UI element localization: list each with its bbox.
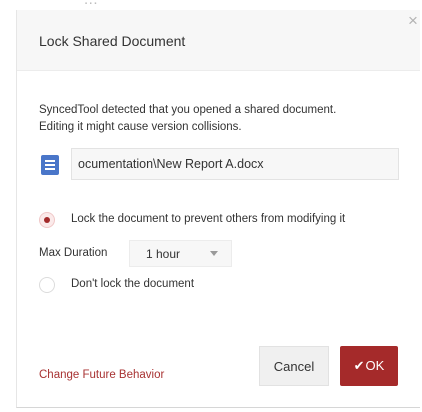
message-line-1: SyncedTool detected that you opened a sh…: [39, 104, 337, 116]
lock-document-label: Lock the document to prevent others from…: [71, 213, 346, 225]
close-icon[interactable]: ×: [405, 12, 421, 30]
max-duration-select[interactable]: 1 hour: [129, 240, 232, 267]
file-row: [39, 148, 399, 182]
option-lock-document[interactable]: Lock the document to prevent others from…: [39, 212, 414, 232]
lock-shared-document-dialog: Lock Shared Document × SyncedTool detect…: [16, 10, 420, 408]
cancel-button[interactable]: Cancel: [259, 346, 329, 386]
dont-lock-radio[interactable]: [39, 277, 55, 293]
file-path-field[interactable]: [71, 148, 399, 180]
message-line-2: Editing it might cause version collision…: [39, 121, 242, 133]
dialog-title: Lock Shared Document: [39, 33, 186, 49]
page: ... Lock Shared Document × SyncedTool de…: [0, 0, 422, 412]
chevron-down-icon: [210, 251, 218, 256]
ok-label: OK: [365, 358, 385, 373]
max-duration-value: 1 hour: [146, 247, 181, 261]
option-dont-lock[interactable]: Don't lock the document: [39, 277, 259, 297]
dont-lock-label: Don't lock the document: [71, 278, 195, 290]
ok-button[interactable]: ✔OK: [340, 346, 398, 386]
dialog-message: SyncedTool detected that you opened a sh…: [39, 102, 414, 136]
check-icon: ✔: [353, 358, 365, 373]
change-future-behavior-link[interactable]: Change Future Behavior: [39, 369, 164, 381]
background-window-text: ...: [84, 0, 98, 8]
max-duration-label: Max Duration: [39, 247, 108, 259]
dialog-header: Lock Shared Document ×: [17, 10, 420, 71]
document-icon: [41, 155, 59, 175]
lock-document-radio[interactable]: [39, 212, 55, 228]
